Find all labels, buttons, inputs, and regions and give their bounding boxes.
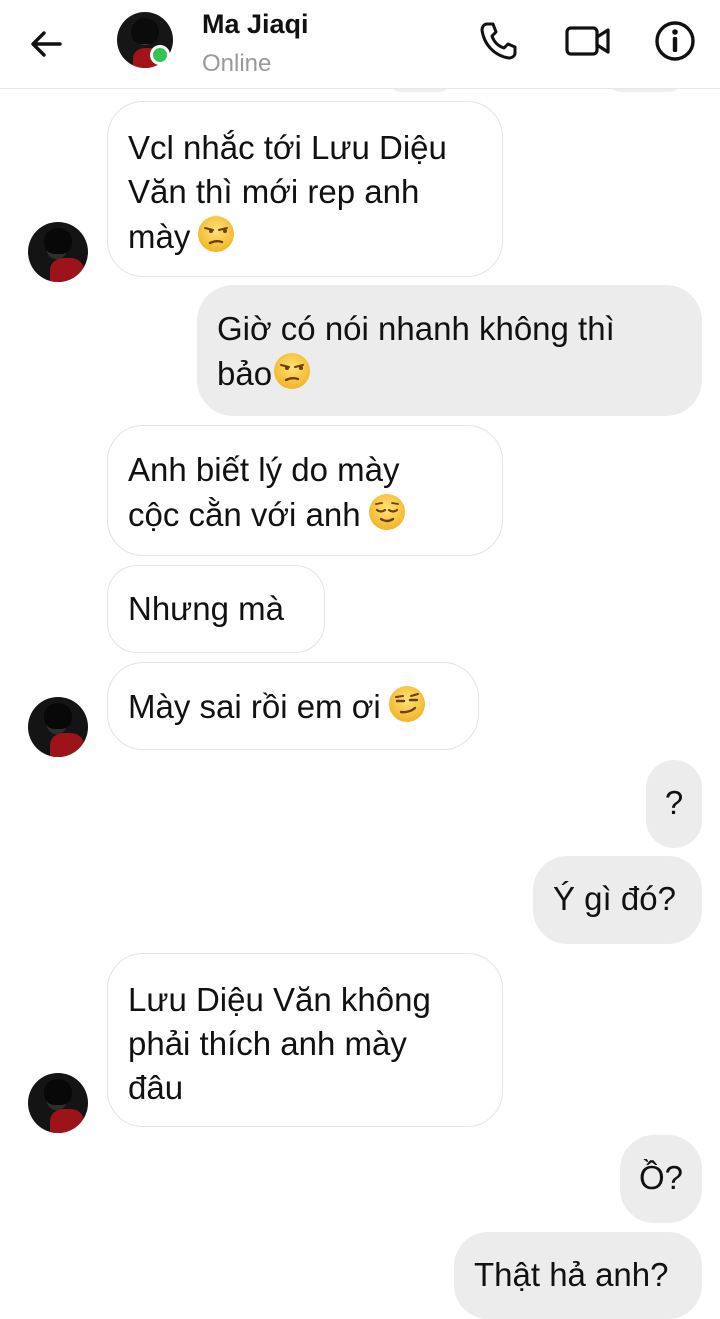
message-text: Ý gì đó? xyxy=(553,880,676,917)
back-button[interactable] xyxy=(22,20,72,70)
message-bubble-received[interactable]: Lưu Diệu Văn không phải thích anh mày đâ… xyxy=(107,953,503,1127)
info-icon xyxy=(655,21,695,61)
back-arrow-icon xyxy=(31,31,62,57)
message-bubble-received[interactable]: Vcl nhắc tới Lưu Diệu Văn thì mới rep an… xyxy=(107,101,503,277)
info-button[interactable] xyxy=(652,18,698,64)
message-text: ? xyxy=(664,784,684,821)
message-bubble-received[interactable]: Nhưng mà xyxy=(107,565,325,653)
message-text: Ồ? xyxy=(638,1159,684,1196)
video-call-button[interactable] xyxy=(563,18,610,64)
message-bubble-sent[interactable]: Giờ có nói nhanh không thì bảo xyxy=(197,285,702,416)
relieved-face-icon xyxy=(367,492,407,543)
message-bubble-sent[interactable]: Thật hả anh? xyxy=(454,1232,702,1319)
video-camera-icon xyxy=(565,26,610,56)
contact-status: Online xyxy=(202,50,272,77)
message-bubble-received[interactable]: Anh biết lý do mày cộc cằn với anh xyxy=(107,425,503,556)
message-text: Nhưng mà xyxy=(128,590,284,627)
smirking-face-icon xyxy=(387,684,427,735)
chat-header: Ma Jiaqi Online xyxy=(0,0,720,89)
sender-avatar[interactable] xyxy=(28,697,88,757)
message-text: Lưu Diệu Văn không phải thích anh mày đâ… xyxy=(128,981,431,1106)
message-bubble-sent[interactable]: Ồ? xyxy=(620,1135,702,1223)
message-text: Mày sai rồi em ơi xyxy=(128,688,381,725)
message-bubble-received[interactable]: Mày sai rồi em ơi xyxy=(107,662,479,750)
unamused-face-icon xyxy=(272,351,312,402)
sender-avatar[interactable] xyxy=(28,222,88,282)
message-bubble-sent[interactable]: ? xyxy=(646,760,702,848)
voice-call-button[interactable] xyxy=(475,18,521,64)
online-status-dot xyxy=(150,45,170,65)
message-text: Vcl nhắc tới Lưu Diệu Văn thì mới rep an… xyxy=(128,129,447,255)
unamused-face-icon xyxy=(196,214,236,265)
message-text: Thật hả anh? xyxy=(474,1256,669,1293)
message-bubble-sent[interactable]: Ý gì đó? xyxy=(533,856,702,944)
phone-icon xyxy=(480,22,517,60)
contact-name[interactable]: Ma Jiaqi xyxy=(202,9,309,40)
sender-avatar[interactable] xyxy=(28,1073,88,1133)
message-text: Anh biết lý do mày cộc cằn với anh xyxy=(128,451,400,533)
